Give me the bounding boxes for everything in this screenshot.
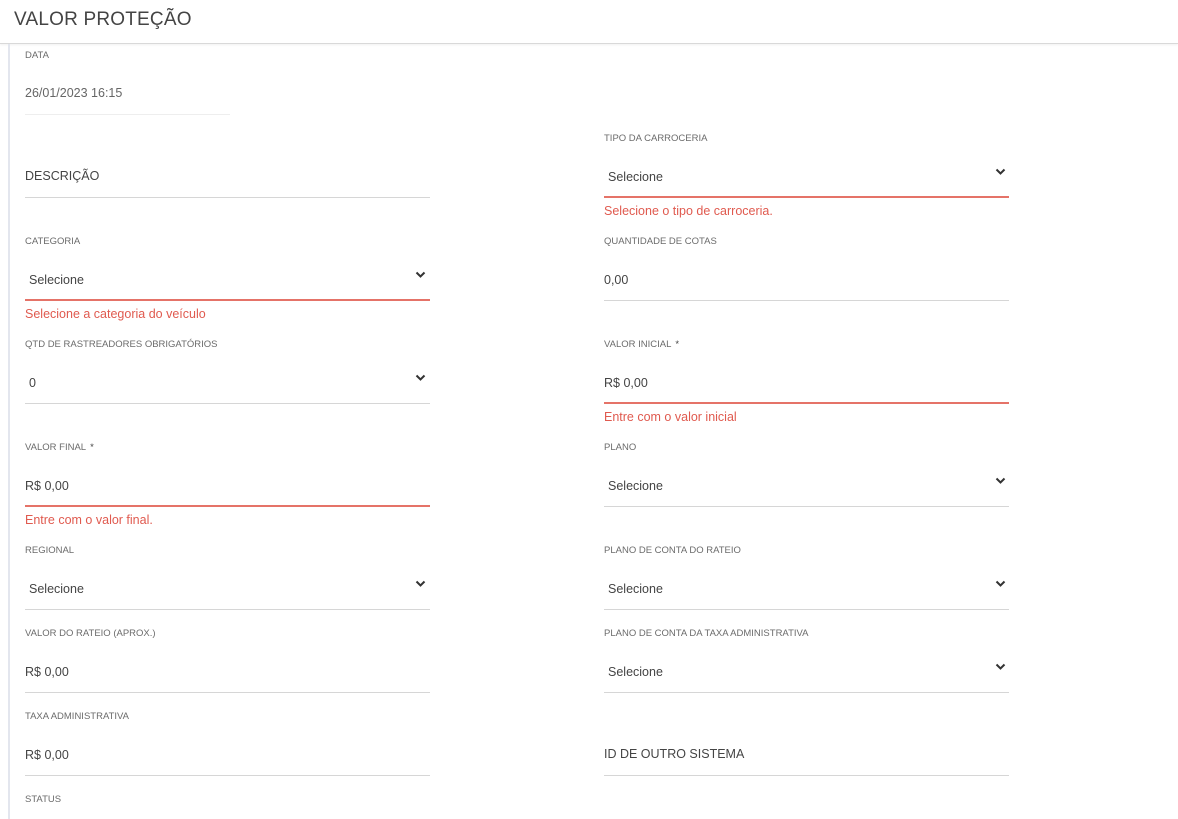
quantidade-cotas-underline — [604, 300, 1009, 301]
plano-conta-rateio-underline — [604, 609, 1009, 610]
left-rail — [8, 44, 10, 819]
taxa-administrativa-underline — [25, 775, 430, 776]
data-label: DATA — [25, 50, 49, 61]
descricao-input[interactable]: DESCRIÇÃO — [25, 169, 99, 183]
required-marker: * — [90, 442, 94, 453]
status-label: STATUS — [25, 794, 62, 805]
plano-conta-rateio-value[interactable]: Selecione — [608, 582, 663, 596]
valor-rateio-input[interactable]: R$ 0,00 — [25, 665, 69, 679]
plano-label: PLANO — [604, 442, 637, 453]
chevron-down-icon[interactable] — [995, 663, 1006, 671]
chevron-down-icon[interactable] — [995, 168, 1006, 176]
categoria-error: Selecione a categoria do veículo — [25, 307, 206, 321]
tipo-carroceria-label: TIPO DA CARROCERIA — [604, 133, 708, 144]
qtd-rastreadores-underline — [25, 403, 430, 404]
categoria-value[interactable]: Selecione — [29, 273, 84, 287]
chevron-down-icon[interactable] — [995, 477, 1006, 485]
data-underline — [25, 114, 230, 115]
categoria-underline — [25, 299, 430, 301]
valor-inicial-label: VALOR INICIAL * — [604, 339, 679, 350]
chevron-down-icon[interactable] — [995, 580, 1006, 588]
valor-inicial-underline — [604, 402, 1009, 404]
page-header: VALOR PROTEÇÃO — [0, 0, 1178, 44]
quantidade-cotas-input[interactable]: 0,00 — [604, 273, 628, 287]
tipo-carroceria-underline — [604, 196, 1009, 198]
regional-label: REGIONAL — [25, 545, 75, 556]
regional-value[interactable]: Selecione — [29, 582, 84, 596]
valor-rateio-underline — [25, 692, 430, 693]
descricao-underline — [25, 197, 430, 198]
qtd-rastreadores-label: QTD DE RASTREADORES OBRIGATÓRIOS — [25, 339, 218, 350]
plano-conta-taxa-label: PLANO DE CONTA DA TAXA ADMINISTRATIVA — [604, 628, 809, 639]
plano-value[interactable]: Selecione — [608, 479, 663, 493]
valor-final-error: Entre com o valor final. — [25, 513, 153, 527]
valor-rateio-label: VALOR DO RATEIO (APROX.) — [25, 628, 156, 639]
page-title: VALOR PROTEÇÃO — [14, 9, 192, 30]
valor-final-label: VALOR FINAL * — [25, 442, 94, 453]
tipo-carroceria-value[interactable]: Selecione — [608, 170, 663, 184]
chevron-down-icon[interactable] — [415, 580, 426, 588]
plano-conta-taxa-underline — [604, 692, 1009, 693]
chevron-down-icon[interactable] — [415, 271, 426, 279]
qtd-rastreadores-value[interactable]: 0 — [29, 376, 36, 390]
valor-final-input[interactable]: R$ 0,00 — [25, 479, 69, 493]
data-value: 26/01/2023 16:15 — [25, 86, 123, 100]
regional-underline — [25, 609, 430, 610]
id-outro-sistema-underline — [604, 775, 1009, 776]
plano-underline — [604, 506, 1009, 507]
id-outro-sistema-input[interactable]: ID DE OUTRO SISTEMA — [604, 747, 744, 761]
valor-inicial-label-text: VALOR INICIAL — [604, 339, 672, 350]
plano-conta-rateio-label: PLANO DE CONTA DO RATEIO — [604, 545, 741, 556]
required-marker: * — [675, 339, 680, 350]
valor-final-label-text: VALOR FINAL — [25, 442, 87, 453]
valor-inicial-error: Entre com o valor inicial — [604, 410, 737, 424]
taxa-administrativa-label: TAXA ADMINISTRATIVA — [25, 711, 129, 722]
quantidade-cotas-label: QUANTIDADE DE COTAS — [604, 236, 717, 247]
chevron-down-icon[interactable] — [415, 374, 426, 382]
valor-inicial-input[interactable]: R$ 0,00 — [604, 376, 648, 390]
valor-final-underline — [25, 505, 430, 507]
tipo-carroceria-error: Selecione o tipo de carroceria. — [604, 204, 773, 218]
plano-conta-taxa-value[interactable]: Selecione — [608, 665, 663, 679]
categoria-label: CATEGORIA — [25, 236, 81, 247]
taxa-administrativa-input[interactable]: R$ 0,00 — [25, 748, 69, 762]
